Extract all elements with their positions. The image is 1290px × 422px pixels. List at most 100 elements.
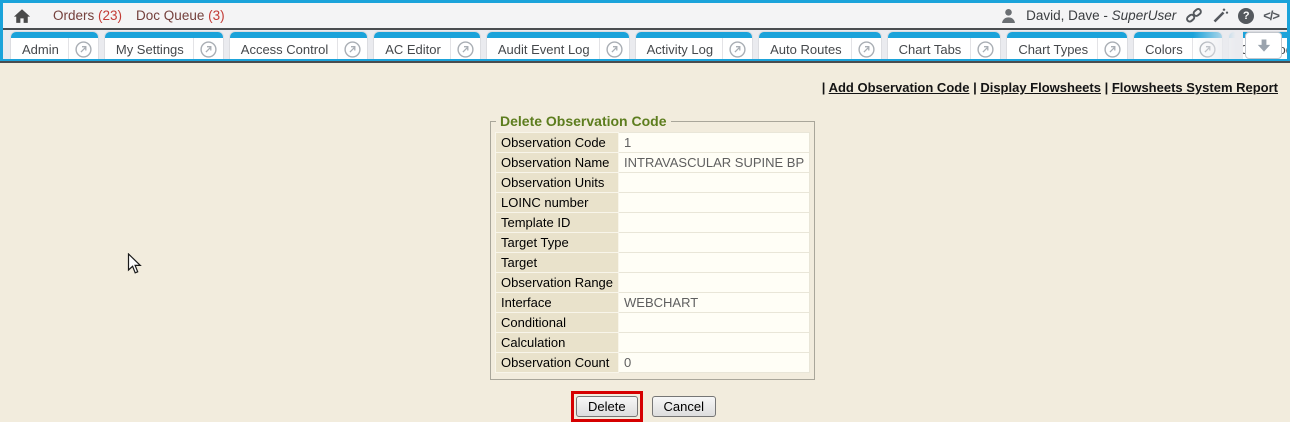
- row-label: Observation Count: [496, 353, 619, 373]
- tab-open-new-window-icon[interactable]: [450, 38, 480, 61]
- row-value: [619, 273, 810, 293]
- row-value: [619, 333, 810, 353]
- tab-scroll-down-button[interactable]: [1245, 32, 1282, 59]
- tab-label: Auto Routes: [770, 42, 851, 57]
- tab-label: Audit Event Log: [498, 42, 599, 57]
- chevron-down-icon: [1256, 38, 1272, 53]
- tab-admin[interactable]: Admin: [11, 32, 98, 61]
- delete-button-highlight: Delete: [571, 391, 643, 422]
- row-value: [619, 253, 810, 273]
- tab-open-new-window-icon[interactable]: [1097, 38, 1127, 61]
- delete-observation-form: Delete Observation Code Observation Code…: [490, 113, 797, 422]
- topbar: Orders (23) Doc Queue (3) David, Dave - …: [3, 3, 1287, 28]
- tab-body: Access Control: [230, 38, 367, 61]
- nav-orders-label: Orders: [53, 8, 94, 23]
- tab-body: AC Editor: [374, 38, 480, 61]
- link-icon[interactable]: [1185, 7, 1203, 24]
- tab-audit-event-log[interactable]: Audit Event Log: [487, 32, 629, 61]
- cancel-button[interactable]: Cancel: [652, 396, 716, 417]
- row-label: Calculation: [496, 333, 619, 353]
- row-label: Target: [496, 253, 619, 273]
- table-row: Observation Range: [496, 273, 810, 293]
- user-role: SuperUser: [1112, 8, 1177, 23]
- home-icon[interactable]: [13, 8, 31, 24]
- table-row: Target: [496, 253, 810, 273]
- table-row: Interface WEBCHART: [496, 293, 810, 313]
- table-row: Calculation: [496, 333, 810, 353]
- tab-body: Chart Types: [1007, 38, 1127, 61]
- tab-chart-tabs[interactable]: Chart Tabs: [888, 32, 1001, 61]
- link-flowsheets-system-report[interactable]: Flowsheets System Report: [1112, 80, 1278, 95]
- tab-open-new-window-icon[interactable]: [1192, 38, 1222, 61]
- row-label: Target Type: [496, 233, 619, 253]
- tab-chart-types[interactable]: Chart Types: [1007, 32, 1127, 61]
- tab-body: Activity Log: [636, 38, 752, 61]
- row-value: [619, 233, 810, 253]
- tab-body: Chart Tabs: [888, 38, 1001, 61]
- link-separator: |: [1105, 80, 1112, 95]
- row-label: Observation Range: [496, 273, 619, 293]
- row-value: [619, 193, 810, 213]
- tab-open-new-window-icon[interactable]: [722, 38, 752, 61]
- row-label: Observation Code: [496, 133, 619, 153]
- delete-button[interactable]: Delete: [576, 396, 638, 417]
- tab-open-new-window-icon[interactable]: [970, 38, 1000, 61]
- nav-orders-count: (23): [98, 8, 122, 23]
- fieldset-legend: Delete Observation Code: [496, 113, 671, 129]
- row-value: WEBCHART: [619, 293, 810, 313]
- tab-body: Audit Event Log: [487, 38, 629, 61]
- tab-auto-routes[interactable]: Auto Routes: [759, 32, 881, 61]
- app-window: Orders (23) Doc Queue (3) David, Dave - …: [0, 0, 1290, 422]
- topbar-right: David, Dave - SuperUser ? </>: [1000, 7, 1279, 24]
- table-row: Observation Units: [496, 173, 810, 193]
- tab-my-settings[interactable]: My Settings: [105, 32, 223, 61]
- tab-open-new-window-icon[interactable]: [599, 38, 629, 61]
- user-name: David, Dave - SuperUser: [1026, 8, 1176, 23]
- tab-body: Auto Routes: [759, 38, 881, 61]
- tab-activity-log[interactable]: Activity Log: [636, 32, 752, 61]
- tab-ac-editor[interactable]: AC Editor: [374, 32, 480, 61]
- user-icon: [1000, 8, 1017, 24]
- user-fullname: David, Dave -: [1026, 8, 1112, 23]
- tab-label: Colors: [1145, 42, 1192, 57]
- link-add-observation-code[interactable]: Add Observation Code: [829, 80, 970, 95]
- nav-doc-queue-label: Doc Queue: [136, 8, 204, 23]
- row-value: INTRAVASCULAR SUPINE BP: [619, 153, 810, 173]
- link-display-flowsheets[interactable]: Display Flowsheets: [980, 80, 1101, 95]
- row-label: Conditional: [496, 313, 619, 333]
- table-row: Observation Code 1: [496, 133, 810, 153]
- row-label: Observation Units: [496, 173, 619, 193]
- row-label: Interface: [496, 293, 619, 313]
- table-row: Observation Count 0: [496, 353, 810, 373]
- tab-open-new-window-icon[interactable]: [193, 38, 223, 61]
- header: Orders (23) Doc Queue (3) David, Dave - …: [0, 0, 1290, 61]
- tab-label: AC Editor: [385, 42, 450, 57]
- row-value: [619, 313, 810, 333]
- nav-doc-queue[interactable]: Doc Queue (3): [136, 8, 225, 23]
- tab-open-new-window-icon[interactable]: [337, 38, 367, 61]
- table-row: Template ID: [496, 213, 810, 233]
- row-value: 1: [619, 133, 810, 153]
- tab-colors[interactable]: Colors: [1134, 32, 1222, 61]
- row-label: Template ID: [496, 213, 619, 233]
- row-label: Observation Name: [496, 153, 619, 173]
- tab-open-new-window-icon[interactable]: [68, 38, 98, 61]
- tab-access-control[interactable]: Access Control: [230, 32, 367, 61]
- link-separator: |: [822, 80, 829, 95]
- tab-open-new-window-icon[interactable]: [851, 38, 881, 61]
- table-row: Observation Name INTRAVASCULAR SUPINE BP: [496, 153, 810, 173]
- wand-icon[interactable]: [1212, 7, 1229, 24]
- observation-table: Observation Code 1 Observation Name INTR…: [495, 132, 810, 373]
- tab-label: Activity Log: [647, 42, 722, 57]
- mouse-cursor: [127, 253, 142, 275]
- nav-orders[interactable]: Orders (23): [53, 8, 122, 23]
- row-value: [619, 173, 810, 193]
- code-icon[interactable]: </>: [1263, 8, 1279, 23]
- tab-body: My Settings: [105, 38, 223, 61]
- table-row: Conditional: [496, 313, 810, 333]
- tab-label: Chart Tabs: [899, 42, 971, 57]
- button-row: Delete Cancel: [490, 391, 797, 422]
- tab-bar: Admin My Settings Access Control: [3, 30, 1287, 61]
- tab-body: Admin: [11, 38, 98, 61]
- help-icon[interactable]: ?: [1238, 8, 1254, 24]
